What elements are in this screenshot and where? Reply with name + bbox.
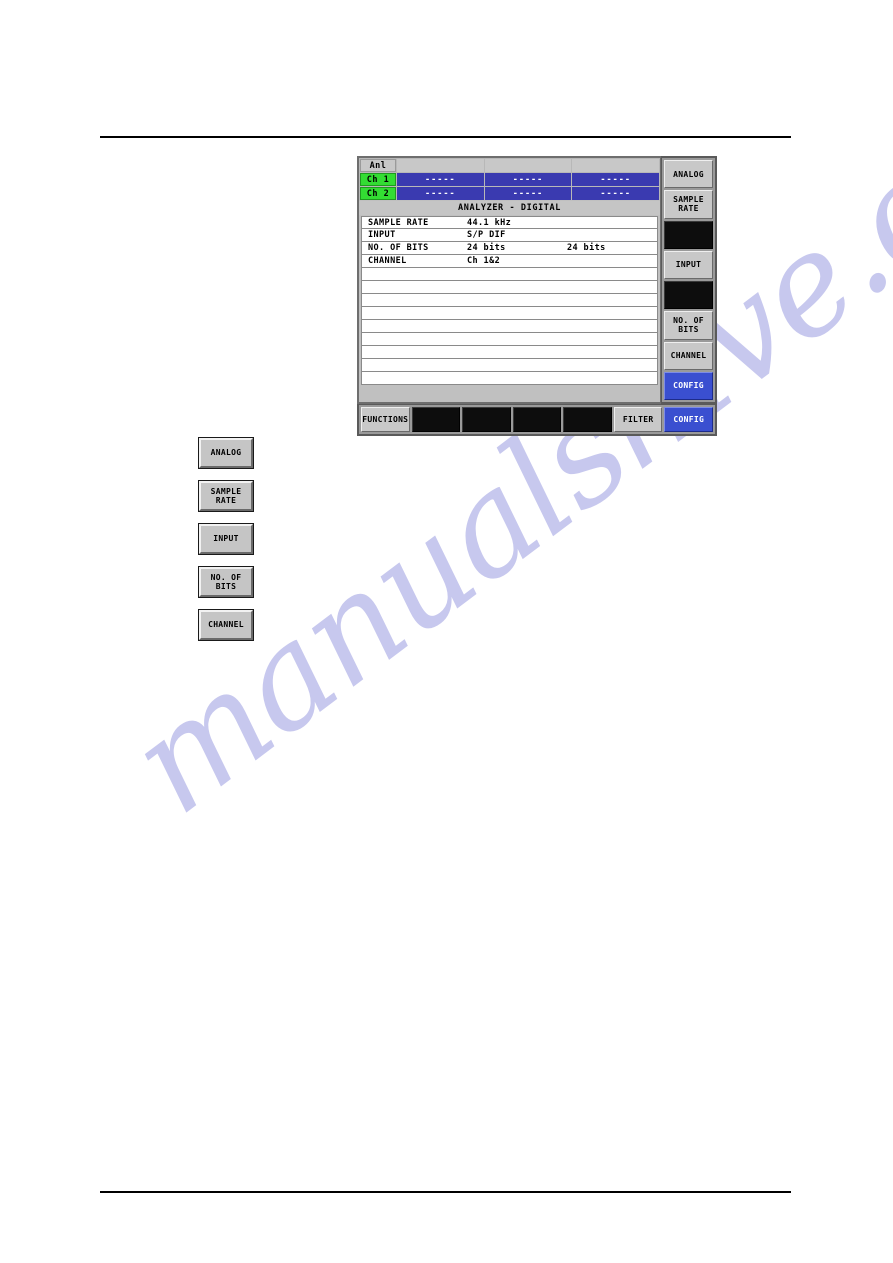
measurement-column-header <box>572 159 660 172</box>
measurement-value: ----- <box>397 173 484 186</box>
setting-key: INPUT <box>368 230 396 240</box>
softkey-empty[interactable] <box>664 281 713 310</box>
standalone-key-list: ANALOG SAMPLE RATE INPUT NO. OF BITS CHA… <box>198 437 259 653</box>
softkey-analog[interactable]: ANALOG <box>664 160 713 189</box>
function-key-bar: FUNCTIONS FILTER CONFIG <box>357 404 717 436</box>
table-row[interactable] <box>361 320 658 333</box>
softkey-config[interactable]: CONFIG <box>664 371 713 400</box>
table-row[interactable] <box>361 333 658 346</box>
softkey-sample-rate[interactable]: SAMPLE RATE <box>664 190 713 219</box>
table-row[interactable] <box>361 372 658 385</box>
softkey-no-of-bits[interactable]: NO. OF BITS <box>664 311 713 340</box>
key-channel[interactable]: CHANNEL <box>198 609 254 641</box>
funckey-filter[interactable]: FILTER <box>613 407 663 432</box>
funckey-empty[interactable] <box>512 407 562 432</box>
softkey-empty[interactable] <box>664 220 713 249</box>
screen-display-area: Anl Ch 1 ----- ----- ----- Ch 2 ----- --… <box>357 156 661 404</box>
measurement-column-header <box>484 159 572 172</box>
setting-value-1: Ch 1&2 <box>467 256 501 266</box>
setting-value-1: 44.1 kHz <box>467 217 512 228</box>
table-row[interactable]: NO. OF BITS 24 bits 24 bits <box>361 242 658 255</box>
key-no-of-bits[interactable]: NO. OF BITS <box>198 566 254 598</box>
setting-key: CHANNEL <box>368 256 407 266</box>
key-analog[interactable]: ANALOG <box>198 437 254 469</box>
setting-value-1: S/P DIF <box>467 230 506 240</box>
table-row[interactable]: SAMPLE RATE 44.1 kHz <box>361 216 658 229</box>
measurement-value: ----- <box>397 187 484 200</box>
measurement-value: ----- <box>572 173 660 186</box>
measurement-column-header <box>397 159 484 172</box>
table-row[interactable]: CHANNEL Ch 1&2 <box>361 255 658 268</box>
channel-label: Ch 2 <box>360 187 396 200</box>
measurement-grid: Anl Ch 1 ----- ----- ----- Ch 2 ----- --… <box>359 158 660 200</box>
table-row[interactable] <box>361 346 658 359</box>
screen-upper-area: Anl Ch 1 ----- ----- ----- Ch 2 ----- --… <box>357 156 717 404</box>
table-row[interactable] <box>361 268 658 281</box>
funckey-empty[interactable] <box>563 407 612 432</box>
table-row[interactable] <box>361 307 658 320</box>
instrument-label: Anl <box>360 159 396 172</box>
channel-label: Ch 1 <box>360 173 396 186</box>
measurement-row-ch1: Ch 1 ----- ----- ----- <box>360 173 660 186</box>
softkey-input[interactable]: INPUT <box>664 250 713 279</box>
key-sample-rate[interactable]: SAMPLE RATE <box>198 480 254 512</box>
table-row[interactable] <box>361 281 658 294</box>
funckey-empty[interactable] <box>411 407 461 432</box>
funckey-empty[interactable] <box>462 407 511 432</box>
setting-value-1: 24 bits <box>467 243 506 253</box>
table-row[interactable] <box>361 359 658 372</box>
table-row[interactable]: INPUT S/P DIF <box>361 229 658 242</box>
measurement-value: ----- <box>572 187 660 200</box>
screen-title: ANALYZER - DIGITAL <box>359 201 660 215</box>
instrument-screen-panel: Anl Ch 1 ----- ----- ----- Ch 2 ----- --… <box>357 156 717 436</box>
funckey-config[interactable]: CONFIG <box>664 407 714 432</box>
measurement-row-ch2: Ch 2 ----- ----- ----- <box>360 187 660 200</box>
settings-table: SAMPLE RATE 44.1 kHz INPUT S/P DIF NO. O… <box>359 215 660 402</box>
softkey-channel[interactable]: CHANNEL <box>664 341 713 370</box>
setting-key: NO. OF BITS <box>368 243 429 253</box>
funckey-functions[interactable]: FUNCTIONS <box>361 407 410 432</box>
table-row[interactable] <box>361 294 658 307</box>
measurement-header-row: Anl <box>360 159 660 172</box>
measurement-value: ----- <box>484 187 572 200</box>
setting-key: SAMPLE RATE <box>368 217 429 228</box>
footer-rule <box>100 1191 791 1193</box>
header-rule <box>100 136 791 138</box>
measurement-value: ----- <box>484 173 572 186</box>
key-input[interactable]: INPUT <box>198 523 254 555</box>
softkey-column: ANALOG SAMPLE RATE INPUT NO. OF BITS CHA… <box>661 156 717 404</box>
setting-value-2: 24 bits <box>567 243 606 253</box>
